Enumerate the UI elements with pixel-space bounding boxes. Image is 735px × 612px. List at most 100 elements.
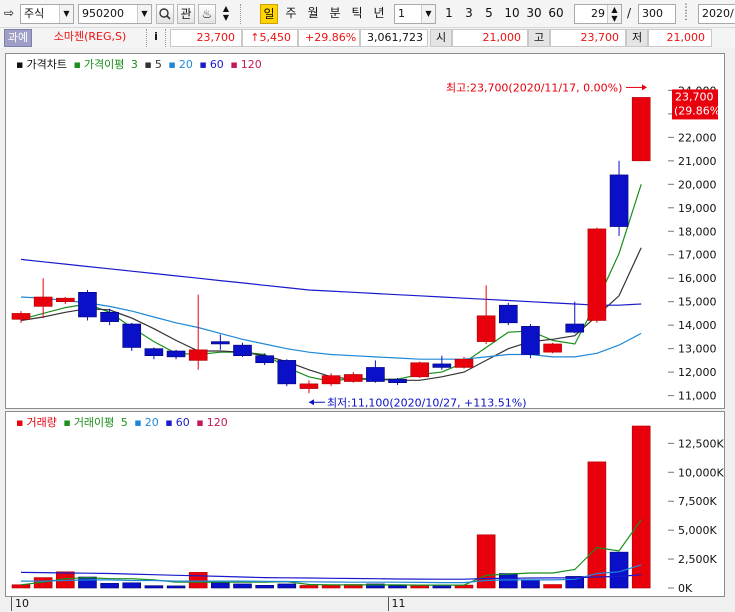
candle-body	[498, 304, 518, 324]
date-input[interactable]: 2020/	[698, 4, 735, 24]
spin-up-icon[interactable]: ▲	[219, 4, 233, 13]
candle-body	[343, 374, 363, 382]
candle-body	[565, 323, 585, 333]
candle-body	[100, 311, 119, 322]
candle-body	[388, 378, 407, 383]
x-tick-label: 11	[387, 597, 406, 611]
legend-marker: ▪	[63, 416, 71, 429]
volume-bar	[11, 584, 31, 589]
legend-ma-5: 5	[154, 58, 162, 71]
period-tick[interactable]: 틱	[348, 4, 366, 24]
search-icon	[159, 8, 171, 20]
period-week[interactable]: 주	[282, 4, 300, 24]
open-price: 21,000	[452, 29, 528, 47]
legend-marker: ▪	[134, 416, 142, 429]
volume-bar	[100, 583, 119, 589]
volume-bar	[122, 582, 142, 589]
candle-body	[255, 355, 274, 364]
period-month[interactable]: 월	[304, 4, 322, 24]
spin-buttons[interactable]: ▲ ▼	[219, 4, 233, 24]
candle-body	[33, 296, 53, 307]
y-tick-label: 12,500K	[678, 437, 724, 450]
volume-bar	[78, 576, 97, 589]
low-arrow-head	[308, 399, 314, 406]
quick-interval-3[interactable]: 3	[462, 4, 476, 24]
quick-interval-10[interactable]: 10	[502, 4, 522, 24]
legend-marker: ▪	[196, 416, 204, 429]
volume-bar	[498, 573, 518, 589]
candle-body	[543, 343, 562, 353]
candle-body	[11, 313, 31, 320]
volume-chart[interactable]: 12,500K 10,000K 7,500K 5,000K 2,500K 0K	[6, 412, 726, 598]
candle-body	[454, 358, 474, 368]
chart-toolbar: ⇨ 주식 ▼ 950200 ▼ 관 ♨ ▲ ▼ 일 주 월 분 틱 년 1 ▼ …	[0, 0, 735, 28]
bell-button[interactable]: ♨	[198, 4, 216, 24]
legend-volume-title: 거래량	[26, 416, 57, 429]
legend-vma-60: 60	[175, 416, 190, 429]
volume-chart-panel[interactable]: 12,500K 10,000K 7,500K 5,000K 2,500K 0K ▪ 거래량 …	[5, 411, 725, 597]
low-label: 저	[626, 29, 648, 47]
price-chart-panel[interactable]: 24,00023,00022,00021,00020,00019,00018,0…	[5, 53, 725, 409]
spin-icon[interactable]: ▲ ▼	[607, 5, 621, 23]
y-tick-label: 10,000K	[678, 466, 724, 479]
volume-ma-line-5	[20, 519, 642, 586]
ma-line-60	[20, 258, 642, 306]
quick-interval-5[interactable]: 5	[482, 4, 496, 24]
candle-body	[587, 228, 607, 321]
zoom-icon[interactable]: ⋮ ⋮	[678, 4, 694, 24]
total-value: 300	[642, 7, 663, 20]
period-day[interactable]: 일	[260, 4, 278, 24]
x-tick-label: 10	[11, 597, 29, 611]
legend-marker: ▪	[73, 58, 81, 71]
candle-body	[277, 360, 297, 385]
search-button[interactable]	[156, 4, 174, 24]
candle-body	[366, 367, 385, 382]
spin-down-icon[interactable]: ▼	[219, 13, 233, 22]
open-label: 시	[430, 29, 452, 47]
date-value: 2020/	[702, 7, 734, 20]
volume-bar	[166, 585, 186, 589]
price-change-pct: +29.86%	[298, 29, 360, 47]
y-tick-label: 17,000	[678, 249, 717, 262]
price-chart[interactable]: 24,00023,00022,00021,00020,00019,00018,0…	[6, 54, 726, 410]
total-input[interactable]: 300	[638, 4, 676, 24]
volume-bar	[321, 584, 341, 589]
legend-vma-5: 5	[120, 416, 128, 429]
y-tick-label: 11,000	[678, 390, 717, 403]
y-tick-label: 12,000	[678, 366, 717, 379]
legend-ma-label: 가격이평	[83, 58, 125, 71]
period-year[interactable]: 년	[370, 4, 388, 24]
stock-code-input[interactable]: 950200 ▼	[78, 4, 152, 24]
y-tick-label: 16,000	[678, 272, 717, 285]
legend-marker: ▪	[168, 58, 176, 71]
candle-body	[299, 383, 319, 389]
quick-interval-60[interactable]: 60	[546, 4, 566, 24]
candle-body	[55, 297, 75, 302]
y-tick-label: 15,000	[678, 296, 717, 309]
quick-interval-30[interactable]: 30	[524, 4, 544, 24]
high-annotation: 최고:23,700(2020/11/17, 0.00%)	[446, 81, 622, 94]
current-price: 23,700	[170, 29, 242, 47]
stock-code-value: 950200	[82, 7, 124, 20]
count-separator: /	[626, 6, 632, 20]
interval-value: 1	[398, 7, 405, 20]
count-input[interactable]: 29 ▲ ▼	[574, 4, 622, 24]
legend-price-title: 가격차트	[26, 58, 67, 71]
quick-interval-1[interactable]: 1	[442, 4, 456, 24]
volume-chart-legend: ▪ 거래량 ▪ 거래이평 5 ▪ 20 ▪ 60 ▪ 120	[16, 414, 231, 430]
market-select[interactable]: 주식 ▼	[20, 4, 74, 24]
favorite-button[interactable]: 관	[177, 4, 195, 24]
info-button[interactable]: i	[146, 29, 166, 47]
candle-body	[122, 323, 142, 348]
interval-select[interactable]: 1 ▼	[394, 4, 436, 24]
quote-bar: 과예 소마젠(REG,S) i 23,700 ↑5,450 +29.86% 3,…	[0, 28, 735, 48]
market-tag: 과예	[4, 29, 32, 47]
low-annotation: 최저:11,100(2020/10/27, +113.51%)	[327, 396, 527, 409]
last-price-pct: (29.86%)	[674, 104, 725, 117]
period-minute[interactable]: 분	[326, 4, 344, 24]
volume-bar	[188, 572, 208, 589]
price-chart-legend: ▪ 가격차트 ▪ 가격이평 3 ▪ 5 ▪ 20 ▪ 60 ▪ 120	[16, 56, 265, 72]
trade-volume: 3,061,723	[360, 29, 428, 47]
menu-icon[interactable]: ⇨	[4, 4, 20, 24]
legend-marker: ▪	[230, 58, 238, 71]
